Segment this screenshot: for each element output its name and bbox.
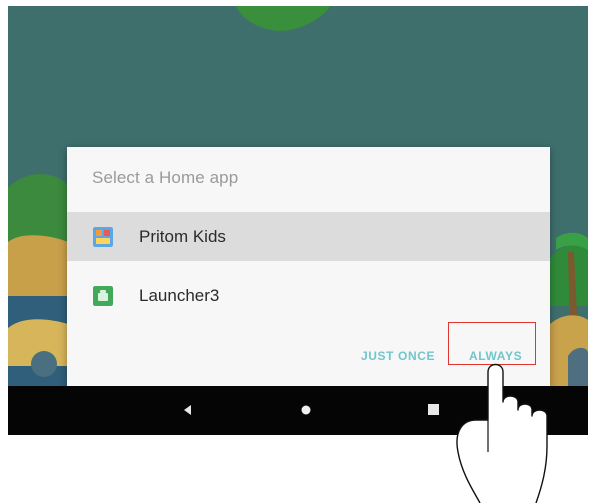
dialog-title: Select a Home app [92,168,239,187]
app-option-pritom-kids[interactable]: Pritom Kids [67,212,550,261]
tutorial-image: Select a Home app Pritom Kids Launcher3 [0,0,596,503]
always-highlight-box [448,322,536,365]
home-circle-icon[interactable] [301,405,311,415]
navigation-buttons [184,404,439,415]
tablet-screen: Select a Home app Pritom Kids Launcher3 [8,6,588,435]
navigation-bar [8,386,588,435]
just-once-button[interactable]: JUST ONCE [361,349,435,363]
back-triangle-icon[interactable] [184,405,191,415]
app-label-pritom-kids: Pritom Kids [139,226,226,246]
recents-square-icon[interactable] [428,404,439,415]
pritom-kids-app-icon [93,226,113,247]
launcher3-app-icon [93,285,113,306]
app-option-launcher3[interactable]: Launcher3 [67,271,550,320]
app-label-launcher3: Launcher3 [139,285,220,305]
